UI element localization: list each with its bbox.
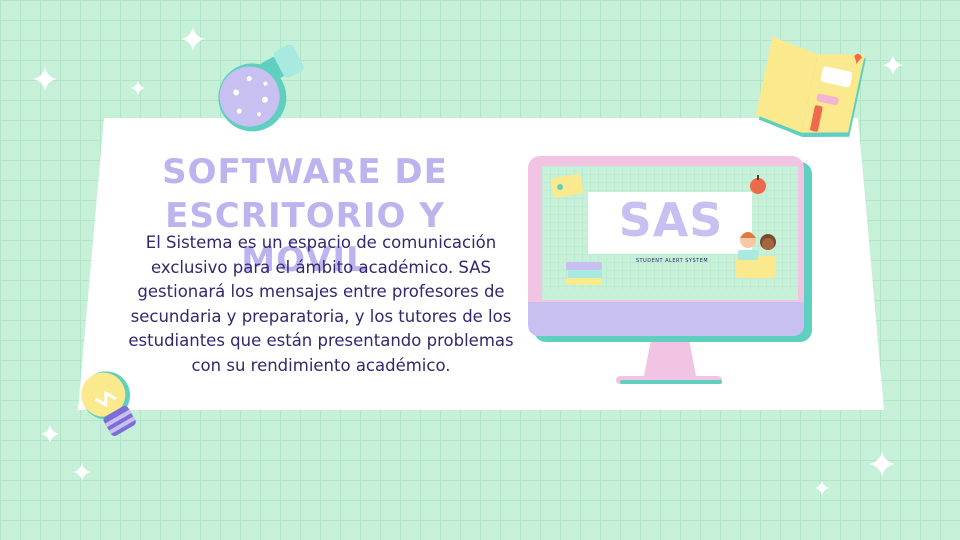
sparkle-icon — [869, 451, 895, 477]
description-paragraph: El Sistema es un espacio de comunicación… — [128, 233, 514, 375]
open-book-icon — [756, 36, 866, 137]
sparkle-icon — [40, 424, 60, 444]
potion-flask-icon — [218, 44, 304, 132]
sas-logo-text: SAS — [618, 193, 724, 247]
sas-subtitle: STUDENT ALERT SYSTEM — [635, 258, 709, 264]
sparkle-icon — [814, 480, 830, 496]
sparkle-icon — [882, 54, 904, 76]
sparkle-icon — [33, 67, 57, 91]
monitor-screen: SAS STUDENT ALERT SYSTEM — [542, 166, 798, 290]
title-line-1: SOFTWARE DE — [162, 152, 448, 192]
sparkle-icon — [72, 462, 92, 482]
sparkle-icon — [130, 80, 146, 96]
sparkle-icon — [181, 27, 205, 51]
